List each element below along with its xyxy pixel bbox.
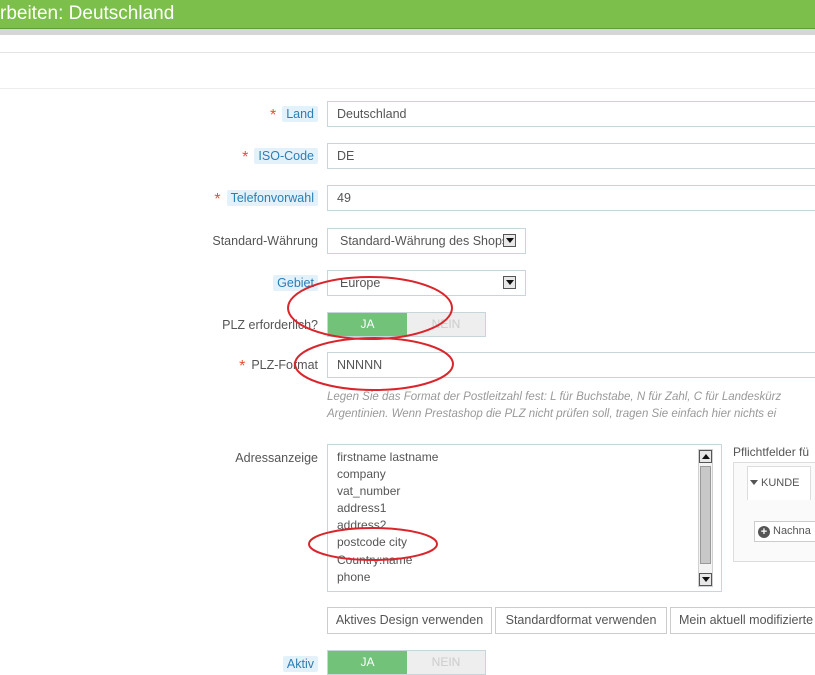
land-label: * Land bbox=[269, 106, 318, 125]
help-line-2: Argentinien. Wenn Prestashop die PLZ nic… bbox=[327, 408, 777, 420]
address-line: company bbox=[337, 467, 386, 482]
address-line: vat_number bbox=[337, 484, 401, 499]
telefon-label: * Telefonvorwahl bbox=[214, 190, 318, 209]
form-divider bbox=[0, 88, 815, 89]
address-lines: firstname lastname company vat_number ad… bbox=[337, 449, 438, 586]
use-active-design-button[interactable]: Aktives Design verwenden bbox=[327, 607, 492, 634]
required-fields-title: Pflichtfelder fü bbox=[733, 445, 810, 459]
plz-format-label-text: PLZ-Format bbox=[251, 358, 318, 372]
gebiet-label: Gebiet bbox=[273, 275, 318, 291]
toggle-yes[interactable]: JA bbox=[328, 313, 407, 336]
required-star: * bbox=[269, 107, 277, 124]
address-line: postcode city bbox=[337, 535, 408, 550]
land-label-text: Land bbox=[282, 106, 318, 122]
aktiv-toggle[interactable]: JA NEIN bbox=[327, 650, 486, 675]
address-line: Country:name bbox=[337, 552, 413, 567]
aktiv-label-text: Aktiv bbox=[282, 656, 318, 672]
land-input[interactable]: Deutschland bbox=[327, 101, 815, 127]
aktiv-label: Aktiv bbox=[282, 656, 318, 672]
address-format-textarea[interactable]: firstname lastname company vat_number ad… bbox=[327, 444, 722, 592]
telefon-label-text: Telefonvorwahl bbox=[226, 190, 318, 206]
add-field-label: Nachna bbox=[773, 525, 811, 537]
dropdown-arrow-icon[interactable] bbox=[503, 276, 516, 289]
telefon-input[interactable]: 49 bbox=[327, 185, 815, 211]
scroll-down-icon[interactable] bbox=[699, 573, 712, 586]
toolbar-divider bbox=[0, 52, 815, 53]
required-star: * bbox=[239, 358, 246, 375]
waehrung-value: Standard-Währung des Shops bbox=[340, 234, 509, 248]
plz-required-toggle[interactable]: JA NEIN bbox=[327, 312, 486, 337]
iso-code-input[interactable]: DE bbox=[327, 143, 815, 169]
use-current-modified-button[interactable]: Mein aktuell modifizierte bbox=[670, 607, 815, 634]
address-line: address1 bbox=[337, 501, 387, 516]
address-line: address2 bbox=[337, 518, 387, 533]
gebiet-select[interactable]: Europe bbox=[327, 270, 526, 296]
help-line-1: Legen Sie das Format der Postleitzahl fe… bbox=[327, 391, 782, 403]
iso-label-text: ISO-Code bbox=[254, 148, 318, 164]
dropdown-arrow-icon[interactable] bbox=[503, 234, 516, 247]
header-divider bbox=[0, 29, 815, 35]
add-field-button[interactable]: + Nachna bbox=[754, 521, 815, 542]
textarea-scrollbar[interactable] bbox=[698, 449, 713, 587]
tab-kunde-label: KUNDE bbox=[761, 477, 800, 489]
address-line: firstname lastname bbox=[337, 450, 439, 464]
plz-format-help: Legen Sie das Format der Postleitzahl fe… bbox=[327, 389, 815, 423]
waehrung-select[interactable]: Standard-Währung des Shops bbox=[327, 228, 526, 254]
gebiet-label-text: Gebiet bbox=[273, 275, 318, 291]
caret-down-icon bbox=[750, 480, 758, 485]
toggle-no[interactable]: NEIN bbox=[407, 313, 485, 336]
plz-format-input[interactable]: NNNNN bbox=[327, 352, 815, 378]
adressanzeige-label: Adressanzeige bbox=[235, 451, 318, 465]
use-default-format-button[interactable]: Standardformat verwenden bbox=[495, 607, 667, 634]
required-star: * bbox=[214, 191, 221, 208]
plz-required-label: PLZ erforderlich? bbox=[222, 318, 318, 332]
gebiet-value: Europe bbox=[340, 276, 381, 290]
address-line: phone bbox=[337, 569, 371, 584]
scroll-up-icon[interactable] bbox=[699, 450, 712, 463]
iso-label: * ISO-Code bbox=[242, 148, 318, 167]
plz-format-label: * PLZ-Format bbox=[239, 358, 318, 376]
page-title: rbeiten: Deutschland bbox=[0, 0, 815, 29]
scroll-thumb[interactable] bbox=[700, 466, 711, 564]
required-star: * bbox=[242, 149, 249, 166]
tab-kunde[interactable]: KUNDE bbox=[747, 466, 811, 500]
plus-circle-icon: + bbox=[758, 526, 770, 538]
waehrung-label: Standard-Währung bbox=[212, 234, 318, 248]
